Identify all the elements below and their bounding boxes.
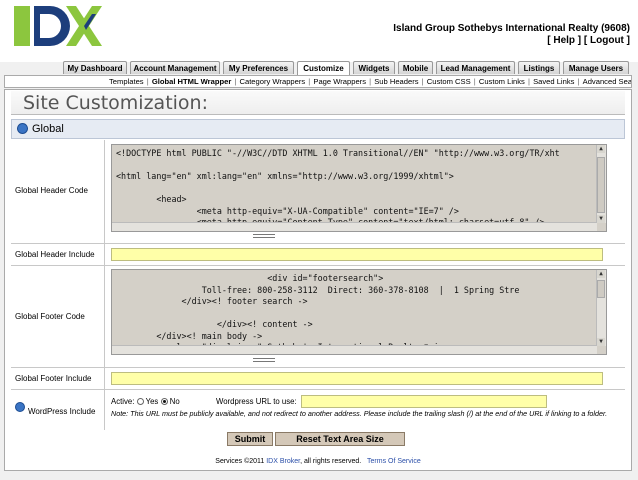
section-title: Global [32,123,64,135]
wordpress-include-label: WordPress Include [28,407,96,416]
global-footer-include-label: Global Footer Include [15,374,92,383]
page-footer: Services ©2011 IDX Broker, all rights re… [5,458,631,465]
no-label: No [169,397,180,406]
row-wordpress-include: WordPress Include Active: Yes No Wordpre… [11,390,625,430]
account-name: Island Group Sothebys International Real… [393,23,630,34]
tab-account-management[interactable]: Account Management [130,61,220,74]
global-footer-code-textarea[interactable]: <div id="footersearch"> Toll-free: 800-2… [111,269,607,355]
footer-rights: , all rights reserved. [300,458,362,465]
yes-label: Yes [145,397,159,406]
resize-grip[interactable] [253,358,275,362]
subnav-advanced-search[interactable]: Advanced Search [583,77,631,86]
idx-logo[interactable] [14,4,102,48]
active-label: Active: [111,397,135,406]
collapse-icon[interactable] [17,123,28,134]
tab-widgets[interactable]: Widgets [353,61,395,74]
tab-customize[interactable]: Customize [297,61,350,76]
tab-listings[interactable]: Listings [518,61,560,74]
global-footer-include-input[interactable] [111,372,603,385]
row-global-footer-code: Global Footer Code <div id="footersearch… [11,266,625,368]
vertical-scrollbar[interactable]: ▲ ▼ [596,270,606,346]
global-header-code-textarea[interactable]: <!DOCTYPE html PUBLIC "-//W3C//DTD XHTML… [111,144,607,232]
active-no-radio[interactable] [160,398,168,405]
resize-grip[interactable] [253,234,275,238]
global-header-include-input[interactable] [111,248,603,261]
subnav-global-html-wrapper[interactable]: Global HTML Wrapper [152,77,231,86]
subnav-custom-links[interactable]: Custom Links [479,77,525,86]
terms-of-service-link[interactable]: Terms Of Service [367,458,421,465]
logout-link[interactable]: [ Logout ] [584,35,630,46]
subnav-sub-headers[interactable]: Sub Headers [374,77,418,86]
account-info: Island Group Sothebys International Real… [393,23,630,47]
help-link[interactable]: [ Help ] [547,35,581,46]
main-panel: Site Customization: Global Global Header… [4,89,632,471]
tab-my-dashboard[interactable]: My Dashboard [63,61,127,74]
main-tabs: My Dashboard Account Management My Prefe… [0,61,638,76]
reset-text-area-size-button[interactable]: Reset Text Area Size [275,432,405,446]
tab-mobile[interactable]: Mobile [398,61,433,74]
vertical-scrollbar[interactable]: ▲ ▼ [596,145,606,223]
horizontal-scrollbar[interactable] [112,345,597,354]
subnav-custom-css[interactable]: Custom CSS [427,77,471,86]
section-header-global[interactable]: Global [11,119,625,139]
tab-manage-users[interactable]: Manage Users [563,61,629,74]
subnav-page-wrappers[interactable]: Page Wrappers [313,77,366,86]
global-header-code-text: <!DOCTYPE html PUBLIC "-//W3C//DTD XHTML… [116,148,560,227]
row-global-header-code: Global Header Code <!DOCTYPE html PUBLIC… [11,140,625,244]
global-header-include-label: Global Header Include [15,250,95,259]
global-footer-code-label: Global Footer Code [15,312,85,321]
footer-company-link[interactable]: IDX Broker [266,458,300,465]
submit-button[interactable]: Submit [227,432,273,446]
global-header-code-label: Global Header Code [15,186,88,195]
row-global-header-include: Global Header Include [11,244,625,266]
subnav-templates[interactable]: Templates [109,77,144,86]
wordpress-note: Note: This URL must be publicly availabl… [111,409,608,418]
active-yes-radio[interactable] [136,398,144,405]
horizontal-scrollbar[interactable] [112,222,597,231]
subnav-saved-links[interactable]: Saved Links [533,77,574,86]
top-header: Island Group Sothebys International Real… [0,0,638,62]
wordpress-url-label: Wordpress URL to use: [216,397,297,406]
sub-navigation: Templates | Global HTML Wrapper | Catego… [4,75,632,88]
wordpress-url-input[interactable] [301,395,547,408]
subnav-category-wrappers[interactable]: Category Wrappers [239,77,305,86]
tab-my-preferences[interactable]: My Preferences [223,61,294,74]
info-icon[interactable] [15,402,25,412]
footer-copyright: Services ©2011 [215,458,265,465]
row-global-footer-include: Global Footer Include [11,368,625,390]
page-title: Site Customization: [11,91,625,115]
tab-lead-management[interactable]: Lead Management [436,61,515,74]
global-footer-code-text: <div id="footersearch"> Toll-free: 800-2… [156,273,520,352]
